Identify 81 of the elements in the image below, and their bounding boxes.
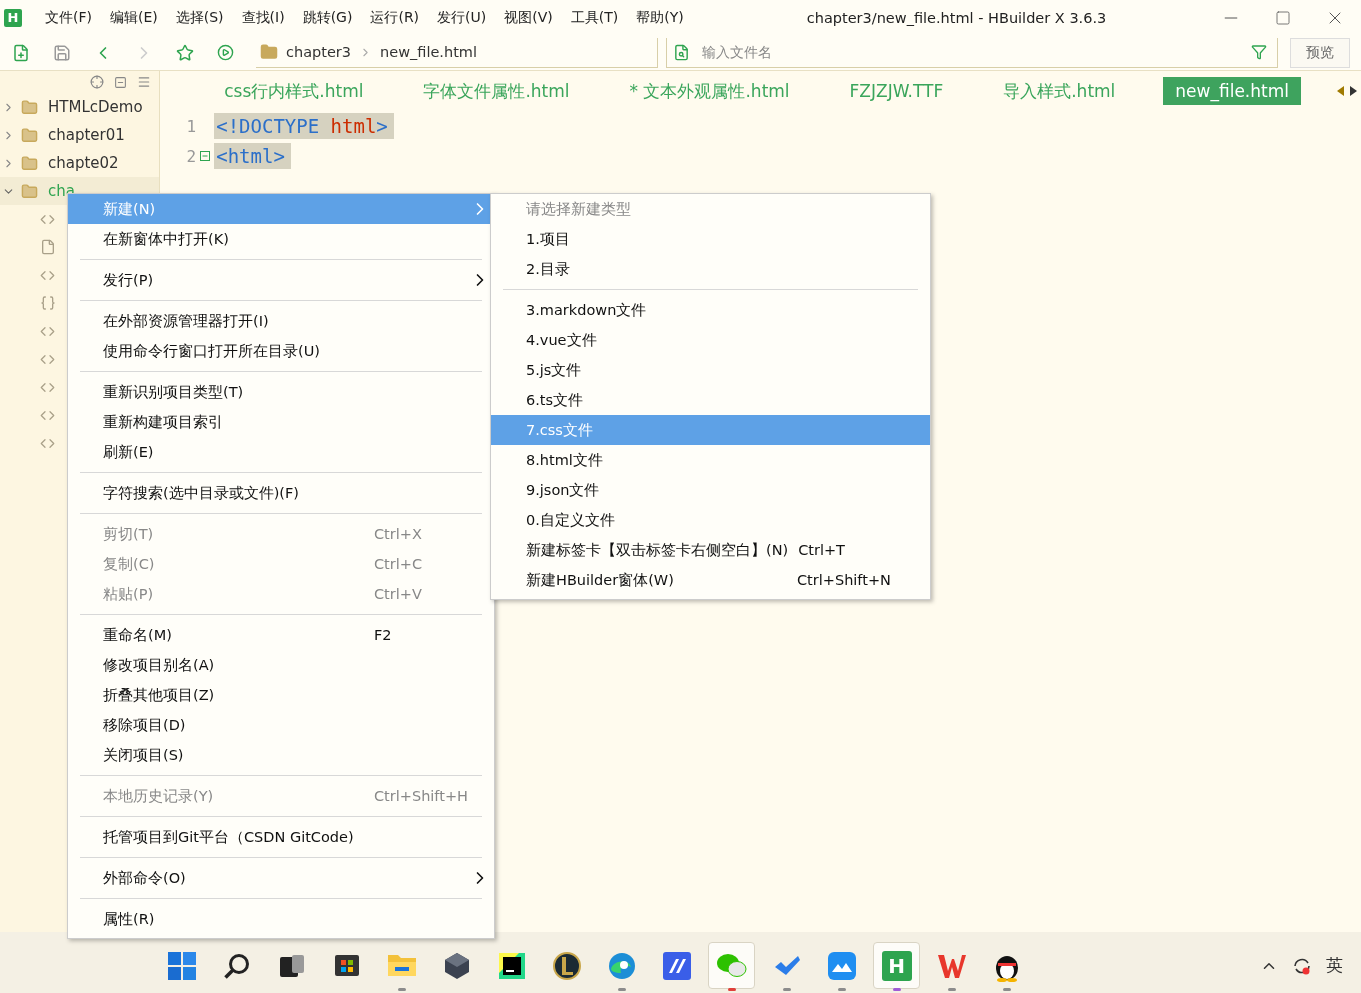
folder-icon xyxy=(260,43,278,61)
menu-item[interactable]: 在新窗体中打开(K) xyxy=(68,224,494,254)
menu-item[interactable]: 1.项目 xyxy=(491,224,930,254)
menu-bar-item[interactable]: 视图(V) xyxy=(495,8,562,27)
input-method-indicator[interactable]: 英 xyxy=(1326,954,1343,977)
menu-item[interactable]: 2.目录 xyxy=(491,254,930,284)
menu-item[interactable]: 9.json文件 xyxy=(491,475,930,505)
menu-item[interactable]: 6.ts文件 xyxy=(491,385,930,415)
menu-item[interactable]: 0.自定义文件 xyxy=(491,505,930,535)
breadcrumb-item[interactable]: new_file.html xyxy=(380,44,477,60)
menu-item[interactable]: 修改项目别名(A) xyxy=(68,650,494,680)
menu-bar-item[interactable]: 工具(T) xyxy=(561,8,628,27)
menu-item[interactable]: 刷新(E) xyxy=(68,437,494,467)
menu-bar-item[interactable]: 编辑(E) xyxy=(101,8,167,27)
file-search-box[interactable]: 输入文件名 xyxy=(666,37,1278,68)
menu-item[interactable]: 8.html文件 xyxy=(491,445,930,475)
window-title: chapter3/new_file.html - HBuilder X 3.6.3 xyxy=(806,9,1108,26)
menu-bar-item[interactable]: 选择(S) xyxy=(166,8,233,27)
star-icon[interactable] xyxy=(175,43,194,62)
tree-item[interactable]: HTMLcDemo xyxy=(48,98,143,116)
menu-item[interactable]: 关闭项目(S) xyxy=(68,740,494,770)
chat-bubbles-icon xyxy=(715,951,748,980)
menu-item[interactable]: 3.markdown文件 xyxy=(491,295,930,325)
line-number: 2 xyxy=(185,146,197,166)
maximize-icon[interactable] xyxy=(1275,9,1291,26)
breadcrumb-item[interactable]: chapter3 xyxy=(286,44,352,60)
menu-bar-item[interactable]: 跳转(G) xyxy=(293,8,362,27)
folder-icon xyxy=(21,182,38,200)
filter-icon[interactable] xyxy=(1251,44,1267,60)
file-search-icon xyxy=(673,43,690,61)
menu-item[interactable]: 5.js文件 xyxy=(491,355,930,385)
preview-button[interactable]: 预览 xyxy=(1290,37,1350,68)
ring-emblem-icon xyxy=(551,950,582,981)
menu-item[interactable]: 外部命令(O) xyxy=(68,863,494,893)
file-icon xyxy=(40,239,56,255)
hbuilder-logo-icon: H xyxy=(881,950,912,981)
run-icon[interactable] xyxy=(217,44,234,61)
scroll-left-icon[interactable] xyxy=(1337,86,1344,96)
search-icon xyxy=(223,952,250,979)
menu-item[interactable]: 托管项目到Git平台（CSDN GitCode) xyxy=(68,822,494,852)
locate-icon[interactable] xyxy=(90,75,105,89)
menu-item[interactable]: 使用命令行窗口打开所在目录(U) xyxy=(68,336,494,366)
menu-item[interactable]: 移除项目(D) xyxy=(68,710,494,740)
collapse-icon[interactable] xyxy=(114,75,128,89)
folder-icon xyxy=(21,126,38,144)
menu-item[interactable]: 重新识别项目类型(T) xyxy=(68,377,494,407)
tree-item[interactable]: chapte02 xyxy=(48,154,119,172)
scroll-right-icon[interactable] xyxy=(1350,86,1357,96)
menu-item[interactable]: 重命名(M) F2 xyxy=(68,620,494,650)
cloud-app-icon xyxy=(826,950,857,981)
folder-icon xyxy=(387,955,416,976)
menu-item[interactable]: 字符搜索(选中目录或文件)(F) xyxy=(68,478,494,508)
task-view-icon xyxy=(279,954,304,977)
file-search-field[interactable]: 输入文件名 xyxy=(700,43,1241,61)
menu-item[interactable]: 新建标签卡【双击标签卡右侧空白】(N) Ctrl+T xyxy=(491,535,930,565)
menu-bar-item[interactable]: 帮助(Y) xyxy=(627,8,693,27)
menu-item[interactable]: 折叠其他项目(Z) xyxy=(68,680,494,710)
menu-item[interactable]: 发行(P) xyxy=(68,265,494,295)
menu-bar-item[interactable]: 查找(I) xyxy=(232,8,294,27)
menu-icon[interactable] xyxy=(137,75,152,89)
folder-icon xyxy=(21,98,38,116)
fold-icon[interactable] xyxy=(200,151,211,161)
menu-item[interactable]: 重新构建项目索引 xyxy=(68,407,494,437)
app-logo: H xyxy=(4,8,22,27)
menu-bar-item[interactable]: 运行(R) xyxy=(361,8,429,27)
save-icon[interactable] xyxy=(52,43,71,62)
menu-item[interactable]: 4.vue文件 xyxy=(491,325,930,355)
folder-icon xyxy=(21,154,38,172)
menu-item[interactable]: 新建HBuilder窗体(W) Ctrl+Shift+N xyxy=(491,565,930,595)
hexagon-icon xyxy=(444,952,469,979)
menu-bar-item[interactable]: 文件(F) xyxy=(36,8,101,27)
line-number: 1 xyxy=(185,116,197,136)
app-icon xyxy=(661,950,692,981)
menu-item[interactable]: 属性(R) xyxy=(68,904,494,934)
new-file-icon[interactable] xyxy=(11,43,30,62)
menu-item[interactable]: 在外部资源管理器打开(I) xyxy=(68,306,494,336)
braces-file-icon xyxy=(40,295,56,311)
store-icon xyxy=(334,955,359,976)
tree-item[interactable]: chapter01 xyxy=(48,126,125,144)
menu-bar-item[interactable]: 发行(U) xyxy=(428,8,496,27)
windows-logo-icon xyxy=(167,951,196,980)
